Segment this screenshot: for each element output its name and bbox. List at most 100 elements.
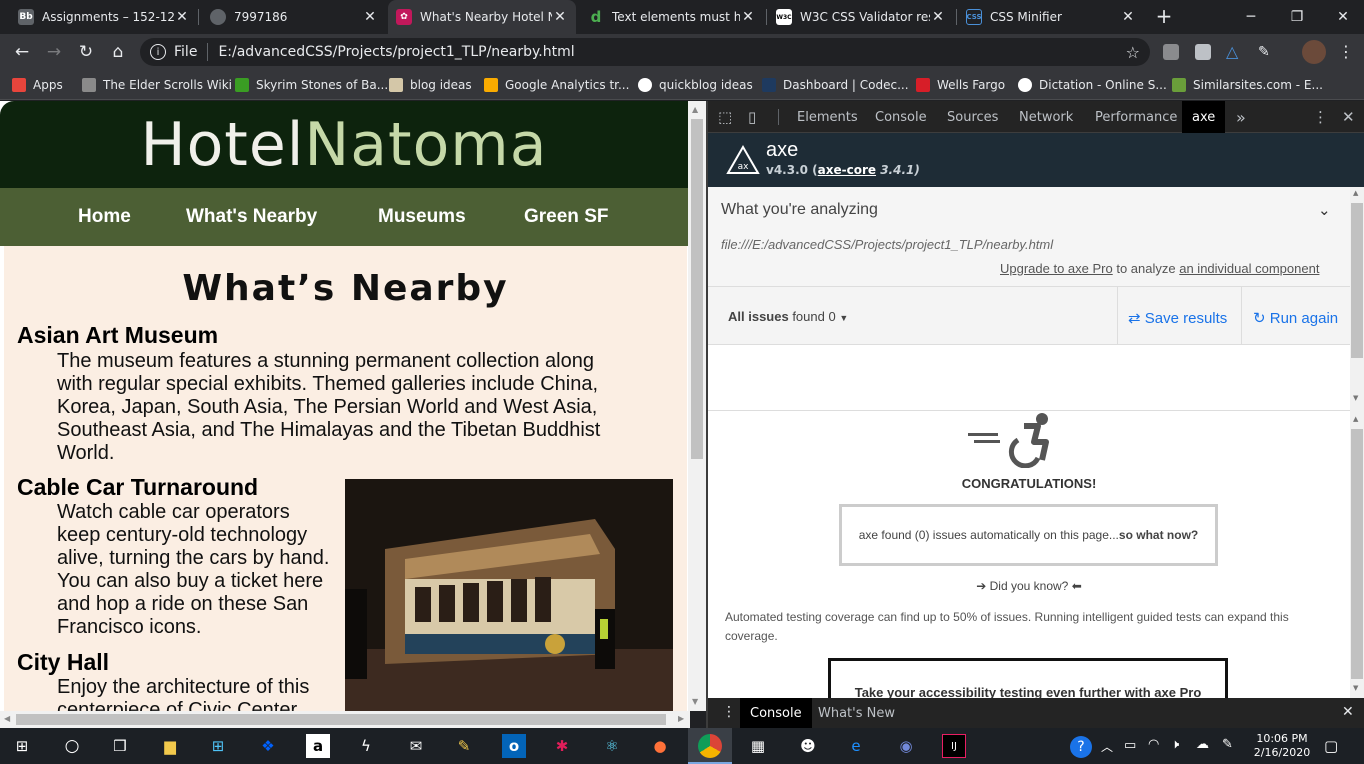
axe-core-link[interactable]: axe-core — [818, 163, 876, 177]
tab-performance[interactable]: Performance — [1095, 101, 1177, 133]
windows-start-icon[interactable]: ⊞ — [10, 734, 34, 758]
close-devtools-icon[interactable]: ✕ — [1342, 101, 1355, 133]
volume-muted-icon[interactable]: 🕨 — [1171, 737, 1179, 752]
component-link[interactable]: an individual component — [1179, 261, 1319, 276]
cloud-icon[interactable]: ☁ — [1196, 737, 1209, 752]
intellij-icon[interactable]: IJ — [942, 734, 966, 758]
bookmark-dictation[interactable]: Dictation - Online S... — [1018, 76, 1167, 94]
tab-axe[interactable]: axe — [1182, 101, 1226, 133]
menu-icon[interactable]: ⋮ — [1338, 42, 1354, 61]
close-icon[interactable]: ✕ — [552, 9, 568, 25]
file-explorer-icon[interactable]: ▆ — [158, 734, 182, 758]
drawer-tab-whats-new[interactable]: What's New — [818, 698, 895, 728]
scroll-up-icon[interactable]: ▲ — [692, 105, 698, 114]
slack-icon[interactable]: ✱ — [550, 734, 574, 758]
drawer-menu-icon[interactable]: ⋮ — [722, 704, 736, 720]
notification-icon[interactable]: ▢ — [1324, 737, 1338, 755]
home-button[interactable]: ⌂ — [106, 40, 130, 64]
nav-home[interactable]: Home — [78, 206, 131, 228]
extension-icon[interactable] — [1163, 44, 1179, 60]
edge-icon[interactable]: e — [844, 734, 868, 758]
dropbox-icon[interactable]: ❖ — [256, 734, 280, 758]
scroll-thumb[interactable] — [1351, 203, 1363, 358]
scroll-thumb[interactable] — [691, 119, 703, 459]
tab-network[interactable]: Network — [1019, 101, 1073, 133]
close-icon[interactable]: ✕ — [362, 9, 378, 25]
device-toolbar-icon[interactable]: ▯ — [748, 101, 756, 133]
more-tabs-icon[interactable]: » — [1236, 101, 1246, 133]
scroll-thumb[interactable] — [16, 714, 666, 725]
close-window-button[interactable]: ✕ — [1320, 0, 1364, 34]
mail-icon[interactable]: ✉ — [404, 734, 428, 758]
avatar[interactable] — [1302, 40, 1326, 64]
devtools-scrollbar[interactable]: ▲ ▼ ▲ ▼ — [1350, 187, 1364, 702]
nav-green-sf[interactable]: Green SF — [524, 206, 608, 228]
wifi-icon[interactable]: ◠ — [1148, 737, 1159, 752]
back-button[interactable]: ← — [10, 40, 34, 64]
page-horizontal-scrollbar[interactable]: ◀ ▶ — [0, 711, 690, 728]
close-icon[interactable]: ✕ — [740, 9, 756, 25]
outlook-icon[interactable]: o — [502, 734, 526, 758]
nav-whats-nearby[interactable]: What's Nearby — [186, 206, 317, 228]
forward-button[interactable]: → — [42, 40, 66, 64]
upgrade-link[interactable]: Upgrade to axe Pro — [1000, 261, 1113, 276]
page-vertical-scrollbar[interactable]: ▲ ▼ — [688, 101, 706, 711]
reload-button[interactable]: ↻ — [74, 40, 98, 64]
tab-css-minifier[interactable]: CSS CSS Minifier ✕ — [958, 0, 1144, 34]
pen-icon[interactable]: ✎ — [1222, 737, 1233, 752]
address-bar[interactable]: i File E:/advancedCSS/Projects/project1_… — [140, 38, 1150, 66]
scroll-thumb[interactable] — [1351, 429, 1363, 679]
help-icon[interactable]: ? — [1070, 736, 1092, 758]
run-again-button[interactable]: ↻ Run again — [1253, 309, 1338, 327]
tab-whats-nearby[interactable]: ✿ What's Nearby Hotel Na ✕ — [388, 0, 576, 34]
chevron-down-icon[interactable]: ⌄ — [1318, 201, 1331, 219]
extension-icon[interactable] — [1195, 44, 1211, 60]
podcast-icon[interactable]: ☻ — [796, 734, 820, 758]
tab-elements[interactable]: Elements — [797, 101, 858, 133]
bookmark-similarsites[interactable]: Similarsites.com - E... — [1172, 76, 1323, 94]
close-icon[interactable]: ✕ — [174, 9, 190, 25]
tab-w3c-validator[interactable]: W3C W3C CSS Validator resu ✕ — [768, 0, 954, 34]
chevron-up-icon[interactable]: ︿ — [1101, 738, 1113, 755]
firefox-icon[interactable]: ● — [648, 734, 672, 758]
atom-icon[interactable]: ⚛ — [600, 734, 624, 758]
bookmark-dashboard[interactable]: Dashboard | Codec... — [762, 76, 909, 94]
axe-extension-icon[interactable]: △ — [1226, 42, 1238, 61]
save-results-button[interactable]: ⇄ Save results — [1128, 309, 1227, 327]
drawer-tab-console[interactable]: Console — [740, 698, 812, 728]
restore-button[interactable]: ❐ — [1274, 0, 1320, 34]
tab-text-elements[interactable]: d Text elements must hav ✕ — [580, 0, 764, 34]
close-icon[interactable]: ✕ — [1120, 9, 1136, 25]
discord-icon[interactable]: ◉ — [894, 734, 918, 758]
scroll-down-icon[interactable]: ▼ — [692, 697, 698, 706]
bookmark-apps[interactable]: Apps — [12, 76, 63, 94]
close-icon[interactable]: ✕ — [930, 9, 946, 25]
bookmark-elder-scrolls[interactable]: The Elder Scrolls Wiki — [82, 76, 232, 94]
scroll-up-icon[interactable]: ▲ — [1353, 189, 1358, 197]
calculator-icon[interactable]: ▦ — [746, 734, 770, 758]
site-logo[interactable]: HotelNatoma — [140, 110, 547, 180]
star-icon[interactable]: ☆ — [1126, 43, 1140, 62]
bookmark-skyrim[interactable]: Skyrim Stones of Ba... — [235, 76, 388, 94]
url-text[interactable]: E:/advancedCSS/Projects/project1_TLP/nea… — [218, 44, 574, 60]
clock[interactable]: 10:06 PM 2/16/2020 — [1252, 732, 1312, 760]
store-icon[interactable]: ⊞ — [206, 734, 230, 758]
tab-sources[interactable]: Sources — [947, 101, 998, 133]
battery-icon[interactable]: ▭ — [1124, 738, 1136, 753]
devtools-menu-icon[interactable]: ⋮ — [1313, 101, 1328, 133]
scroll-right-icon[interactable]: ▶ — [678, 714, 684, 723]
tab-7997186[interactable]: 7997186 ✕ — [202, 0, 386, 34]
scroll-up-icon[interactable]: ▲ — [1353, 415, 1358, 423]
minimize-button[interactable]: ─ — [1228, 0, 1274, 34]
bookmark-wells-fargo[interactable]: Wells Fargo — [916, 76, 1005, 94]
new-tab-button[interactable]: + — [1152, 5, 1176, 29]
tab-console[interactable]: Console — [875, 101, 927, 133]
issues-filter[interactable]: All issues found 0 ▼ — [728, 309, 848, 324]
scroll-down-icon[interactable]: ▼ — [1353, 684, 1358, 692]
nav-museums[interactable]: Museums — [378, 206, 466, 228]
bookmark-quickblog[interactable]: quickblog ideas — [638, 76, 753, 94]
task-view-icon[interactable]: ❒ — [108, 734, 132, 758]
search-icon[interactable]: ○ — [60, 734, 84, 758]
scroll-down-icon[interactable]: ▼ — [1353, 394, 1358, 402]
notes-icon[interactable]: ✎ — [452, 734, 476, 758]
